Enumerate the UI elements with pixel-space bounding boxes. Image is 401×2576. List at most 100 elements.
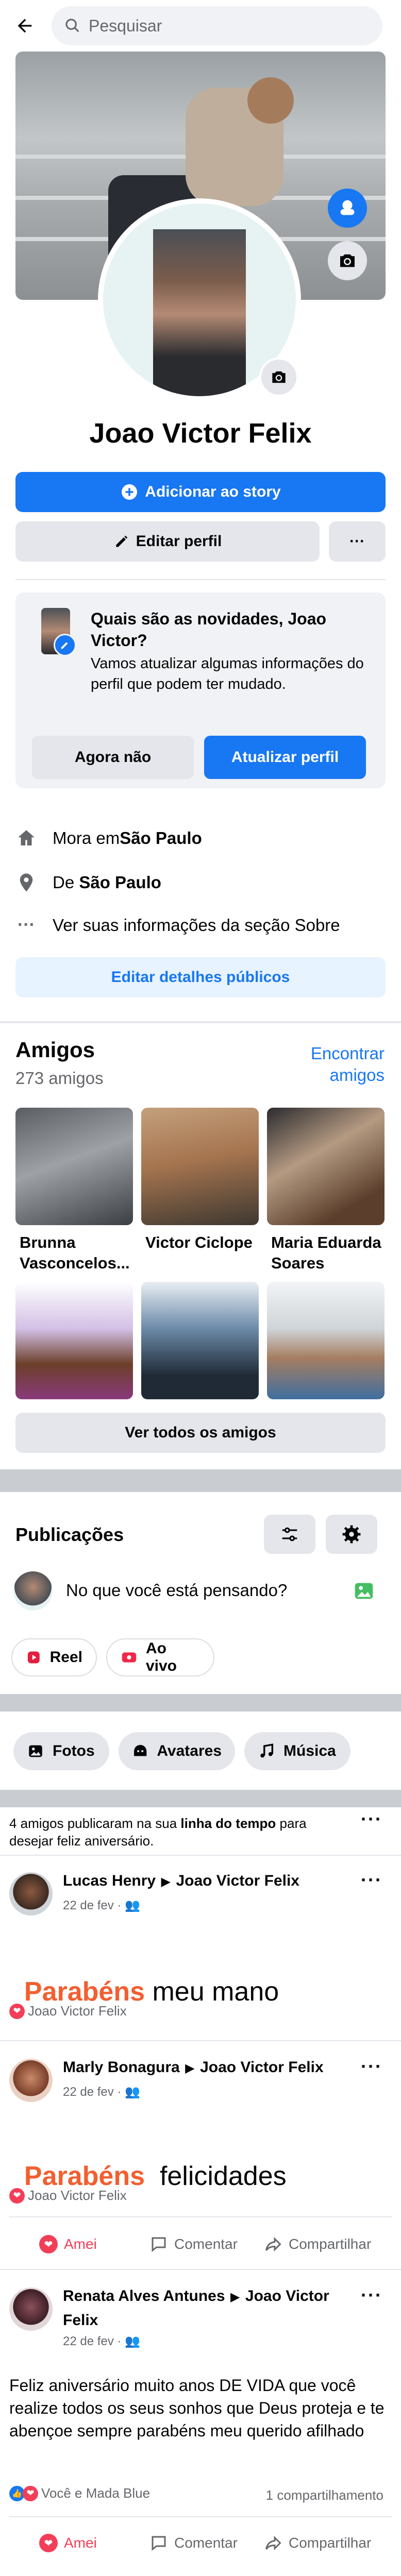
post-date-text: 22 de fev · <box>63 2085 125 2099</box>
share-icon <box>265 2535 281 2551</box>
composer-avatar[interactable] <box>13 1571 53 1611</box>
love-reaction-icon: ❤ <box>23 2485 38 2501</box>
add-story-button[interactable]: Adicionar ao story <box>15 472 386 512</box>
settings-button[interactable] <box>326 1515 377 1554</box>
love-button[interactable]: ❤ Amei <box>39 2235 97 2253</box>
post-header: Marly Bonagura ▶ Joao Victor Felix <box>63 2059 324 2076</box>
post-avatar[interactable] <box>9 2287 53 2331</box>
publications-title: Publicações <box>15 1524 124 1545</box>
camera-icon <box>340 254 355 267</box>
avatars-label: Avatares <box>157 1742 222 1759</box>
share-label: Compartilhar <box>289 2236 372 2252</box>
filter-button[interactable] <box>264 1515 315 1554</box>
find-friends-link[interactable]: Encontrar amigos <box>289 1043 385 1086</box>
love-button[interactable]: ❤ Amei <box>39 2534 97 2552</box>
post-options-icon[interactable]: ··· <box>361 2056 382 2077</box>
friends-title: Amigos <box>15 1038 95 1062</box>
post-highlight: Parabéns <box>24 1977 145 2007</box>
love-icon: ❤ <box>39 2235 58 2253</box>
music-chip[interactable]: Música <box>244 1732 350 1770</box>
from-prefix: De <box>53 873 79 892</box>
post-date: 22 de fev · 👥 <box>63 2084 140 2099</box>
post-header: Renata Alves Antunes ▶ Joao Victor Felix <box>63 2285 352 2334</box>
home-icon <box>18 830 35 845</box>
comment-label: Comentar <box>174 2535 238 2551</box>
live-label: Ao vivo <box>145 1640 177 1674</box>
see-about-link[interactable]: ··· Ver suas informações da seção Sobre <box>15 915 340 935</box>
friends-audience-icon: 👥 <box>125 2334 140 2348</box>
location-pin-icon <box>20 873 33 892</box>
friend-photo[interactable] <box>15 1282 133 1399</box>
post-rest: meu mano <box>145 1977 279 2007</box>
composer-input[interactable]: No que você está pensando? <box>66 1581 287 1600</box>
gear-icon <box>342 1525 361 1544</box>
share-button[interactable]: Compartilhar <box>264 2235 371 2253</box>
reactions-summary[interactable]: ❤ Joao Victor Felix <box>9 2188 127 2204</box>
friend-photo[interactable] <box>141 1282 259 1399</box>
live-video-icon <box>122 1652 137 1663</box>
reel-icon <box>27 1651 40 1664</box>
reel-button[interactable]: Reel <box>11 1638 97 1676</box>
share-icon <box>265 2236 281 2252</box>
profile-camera-button[interactable] <box>259 358 298 397</box>
add-story-label: Adicionar ao story <box>145 483 281 500</box>
post-avatar[interactable] <box>9 2059 53 2102</box>
friend-name[interactable]: Maria Eduarda Soares <box>271 1232 387 1274</box>
reactions-summary[interactable]: ❤ Joao Victor Felix <box>9 2003 127 2019</box>
more-button[interactable]: ··· <box>329 521 386 562</box>
birthday-notice: 4 amigos publicaram na sua linha do temp… <box>9 1815 344 1850</box>
post-avatar[interactable] <box>9 1872 53 1916</box>
post-author[interactable]: Lucas Henry <box>63 1872 156 1889</box>
reactions-names: Você e Mada Blue <box>41 2485 151 2501</box>
friend-name[interactable]: Victor Ciclope <box>145 1232 261 1253</box>
photos-chip[interactable]: Fotos <box>13 1732 109 1770</box>
photo-icon <box>355 1583 373 1599</box>
news-card-title: Quais são as novidades, Joao Victor? <box>91 609 327 650</box>
comment-label: Comentar <box>174 2236 238 2252</box>
arrow-right-icon: ▶ <box>230 2290 240 2304</box>
edit-profile-label: Editar perfil <box>136 533 222 550</box>
post-target[interactable]: Joao Victor Felix <box>176 1872 299 1889</box>
share-button[interactable]: Compartilhar <box>264 2534 371 2552</box>
friend-photo[interactable] <box>267 1282 385 1399</box>
back-button[interactable] <box>11 12 38 39</box>
shares-count[interactable]: 1 compartilhamento <box>247 2487 383 2503</box>
friend-name[interactable]: Brunna Vasconcelos... <box>20 1232 135 1274</box>
friend-photo[interactable] <box>141 1108 259 1225</box>
friend-photo[interactable] <box>15 1108 133 1225</box>
arrow-left-icon <box>18 19 32 33</box>
cover-camera-button[interactable] <box>328 241 367 280</box>
birthday-notice-bold[interactable]: linha do tempo <box>180 1816 276 1831</box>
edit-profile-button[interactable]: Editar perfil <box>15 521 320 562</box>
comment-button[interactable]: Comentar <box>149 2534 238 2552</box>
section-separator <box>0 1694 401 1711</box>
post-author[interactable]: Marly Bonagura <box>63 2059 180 2076</box>
see-all-friends-label: Ver todos os amigos <box>125 1424 276 1441</box>
notice-options-icon[interactable]: ··· <box>361 1808 382 1830</box>
post-date-text: 22 de fev · <box>63 2334 125 2348</box>
update-profile-button[interactable]: Atualizar perfil <box>204 736 366 779</box>
post-author[interactable]: Renata Alves Antunes <box>63 2287 225 2304</box>
edit-public-details-button[interactable]: Editar detalhes públicos <box>15 957 386 997</box>
search-input[interactable]: Pesquisar <box>52 6 382 45</box>
post-options-icon[interactable]: ··· <box>361 2284 382 2306</box>
friend-photo[interactable] <box>267 1108 385 1225</box>
detail-lives-in: Mora em São Paulo <box>15 827 202 849</box>
post-header: Lucas Henry ▶ Joao Victor Felix <box>63 1872 299 1890</box>
post-options-icon[interactable]: ··· <box>361 1869 382 1891</box>
edit-public-details-label: Editar detalhes públicos <box>111 969 290 986</box>
avatars-chip[interactable]: Avatares <box>119 1732 235 1770</box>
not-now-button[interactable]: Agora não <box>32 736 194 779</box>
more-dots-icon: ··· <box>349 533 365 550</box>
post-target[interactable]: Joao Victor Felix <box>200 2059 324 2076</box>
birthday-notice-part1: 4 amigos publicaram na sua <box>9 1816 181 1831</box>
live-button[interactable]: Ao vivo <box>106 1638 214 1676</box>
avatar-face-icon <box>134 1744 147 1756</box>
avatar-edit-button[interactable] <box>328 189 367 228</box>
see-all-friends-button[interactable]: Ver todos os amigos <box>15 1413 386 1453</box>
lives-prefix: Mora em <box>53 828 120 848</box>
comment-button[interactable]: Comentar <box>149 2235 238 2253</box>
more-horizontal-icon: ··· <box>18 915 35 935</box>
reactions-summary[interactable]: 👍 ❤ Você e Mada Blue <box>9 2485 150 2501</box>
photo-upload-button[interactable] <box>350 1578 377 1604</box>
